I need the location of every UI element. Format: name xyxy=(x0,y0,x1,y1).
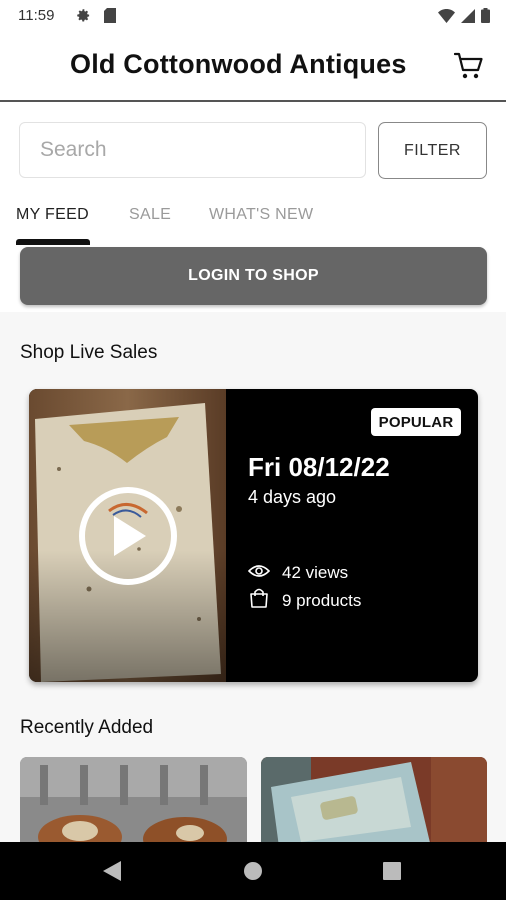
filter-button[interactable]: FILTER xyxy=(378,122,487,179)
store-title: Old Cottonwood Antiques xyxy=(70,49,407,79)
play-icon[interactable] xyxy=(79,487,177,585)
search-box xyxy=(19,122,366,178)
views-stat: 42 views xyxy=(247,563,349,583)
battery-icon xyxy=(481,8,490,28)
popular-badge: POPULAR xyxy=(371,408,461,436)
search-input[interactable] xyxy=(20,123,365,177)
recent-item-thumbnail[interactable] xyxy=(20,757,247,847)
home-icon[interactable] xyxy=(223,842,283,900)
status-bar: 11:59 xyxy=(0,0,506,32)
tab-whats-new[interactable]: WHAT'S NEW xyxy=(209,206,313,224)
recently-added-heading: Recently Added xyxy=(20,717,154,738)
eye-icon xyxy=(247,563,282,583)
cart-icon[interactable] xyxy=(453,52,484,85)
sale-date: Fri 08/12/22 xyxy=(248,452,390,482)
system-nav-bar xyxy=(0,842,506,900)
wifi-icon xyxy=(438,8,455,28)
views-count: 42 views xyxy=(282,563,349,582)
tab-sale[interactable]: SALE xyxy=(129,206,171,224)
status-time: 11:59 xyxy=(18,7,55,24)
app-bar: Old Cottonwood Antiques xyxy=(0,32,506,102)
shopping-bag-icon xyxy=(248,588,282,613)
live-sales-heading: Shop Live Sales xyxy=(20,342,158,363)
live-sale-card[interactable]: POPULAR Fri 08/12/22 4 days ago 42 views… xyxy=(29,389,478,682)
signal-icon xyxy=(461,8,475,28)
gear-icon xyxy=(76,8,91,28)
sale-relative-time: 4 days ago xyxy=(248,487,337,507)
active-tab-indicator xyxy=(16,239,90,245)
recents-icon[interactable] xyxy=(362,842,422,900)
live-sale-thumbnail xyxy=(29,389,226,682)
tab-my-feed[interactable]: MY FEED xyxy=(16,206,89,224)
products-stat: 9 products xyxy=(248,588,361,613)
top-controls: FILTER MY FEED SALE WHAT'S NEW LOGIN TO … xyxy=(0,102,506,312)
login-to-shop-button[interactable]: LOGIN TO SHOP xyxy=(20,247,487,305)
back-icon[interactable] xyxy=(82,842,142,900)
recent-item-thumbnail[interactable] xyxy=(261,757,487,847)
sim-card-icon xyxy=(104,8,116,28)
products-count: 9 products xyxy=(282,590,362,610)
